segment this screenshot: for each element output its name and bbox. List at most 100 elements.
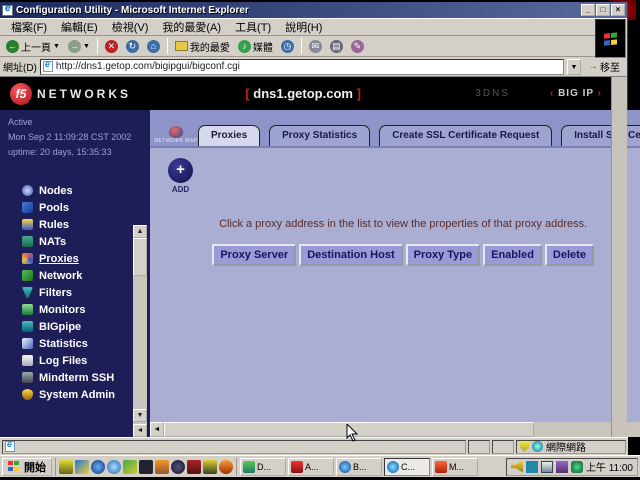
clock[interactable]: 上午 11:00 (586, 459, 633, 474)
windows-flag-icon (8, 461, 21, 472)
sidebar-scrollbar[interactable]: ▲ ▼ ◄ (133, 225, 147, 437)
scroll-up-icon[interactable]: ▲ (133, 225, 147, 238)
mail-button[interactable]: ✉ (306, 39, 325, 54)
ie-throbber-logo (595, 19, 626, 58)
task-button-3[interactable]: B... (336, 458, 382, 476)
quick-launch-icon[interactable] (203, 460, 217, 474)
task-button-4[interactable]: C... (384, 458, 430, 476)
add-icon[interactable]: + (168, 158, 193, 183)
edit-button[interactable]: ✎ (348, 39, 367, 54)
tab-install-ssl-certificate[interactable]: Install SSL Certifi (561, 125, 640, 146)
menu-help[interactable]: 說明(H) (278, 18, 329, 36)
refresh-button[interactable]: ↻ (123, 39, 142, 54)
quick-launch-icon[interactable] (107, 460, 121, 474)
task-button-1[interactable]: D... (240, 458, 286, 476)
task-button-2[interactable]: A... (288, 458, 334, 476)
home-button[interactable]: ⌂ (144, 39, 163, 54)
menu-favorites[interactable]: 我的最愛(A) (155, 18, 228, 36)
volume-icon[interactable] (511, 461, 523, 473)
sidebar-item-mindterm-ssh[interactable]: Mindterm SSH (0, 369, 150, 386)
stop-button[interactable]: ✕ (102, 39, 121, 54)
link-3dns[interactable]: 3DNS (475, 88, 510, 99)
tab-proxies[interactable]: Proxies (198, 125, 260, 146)
sidebar-item-proxies[interactable]: Proxies (0, 250, 150, 267)
scroll-left-icon[interactable]: ◄ (150, 422, 164, 437)
sidebar-item-system-admin[interactable]: System Admin (0, 386, 150, 403)
sidebar-item-rules[interactable]: Rules (0, 216, 150, 233)
tray-app-icon[interactable] (556, 461, 568, 473)
history-icon: ◷ (281, 40, 294, 53)
go-button[interactable]: →移至 (584, 59, 624, 74)
sidebar-item-monitors[interactable]: Monitors (0, 301, 150, 318)
maximize-button[interactable]: □ (596, 4, 610, 16)
quick-launch-icon[interactable] (91, 460, 105, 474)
sidebar-item-nats[interactable]: NATs (0, 233, 150, 250)
column-header-destination-host[interactable]: Destination Host (299, 244, 402, 266)
network-map-button[interactable]: NETWORK MAP (154, 126, 198, 144)
column-header-proxy-server[interactable]: Proxy Server (212, 244, 296, 266)
tab-create-ssl-certificate-request[interactable]: Create SSL Certificate Request (379, 125, 552, 146)
start-button[interactable]: 開始 (2, 458, 52, 476)
tray-app-icon[interactable] (526, 461, 538, 473)
column-header-enabled[interactable]: Enabled (483, 244, 542, 266)
menu-view[interactable]: 檢視(V) (105, 18, 156, 36)
window-right-gutter (611, 77, 627, 437)
address-input[interactable] (56, 61, 561, 72)
status-text: Active (8, 115, 150, 130)
minimize-button[interactable]: _ (581, 4, 595, 16)
media-button[interactable]: ♪媒體 (235, 38, 276, 55)
sidebar-item-statistics[interactable]: Statistics (0, 335, 150, 352)
sidebar-item-filters[interactable]: Filters (0, 284, 150, 301)
quick-launch-icon[interactable] (155, 460, 169, 474)
address-dropdown-icon[interactable]: ▼ (567, 59, 581, 75)
quick-launch-icon[interactable] (171, 460, 185, 474)
quick-launch-icon[interactable] (187, 460, 201, 474)
app-icon (435, 461, 447, 473)
forward-dropdown-icon[interactable]: ▼ (83, 43, 90, 50)
address-bar: 網址(D) ▼ →移至 (0, 57, 627, 77)
close-button[interactable]: × (611, 4, 625, 16)
tab-proxy-statistics[interactable]: Proxy Statistics (269, 125, 370, 146)
column-header-proxy-type[interactable]: Proxy Type (406, 244, 481, 266)
proxies-icon (22, 253, 33, 264)
scrollbar-thumb[interactable] (133, 238, 147, 276)
task-button-5[interactable]: M... (432, 458, 478, 476)
sidebar-item-nodes[interactable]: Nodes (0, 182, 150, 199)
address-input-box[interactable] (40, 59, 564, 75)
display-icon[interactable] (541, 461, 553, 473)
quick-launch-icon[interactable] (219, 460, 233, 474)
sidebar-item-network[interactable]: Network (0, 267, 150, 284)
menu-tools[interactable]: 工具(T) (228, 18, 278, 36)
quick-launch-icon[interactable] (75, 460, 89, 474)
back-dropdown-icon[interactable]: ▼ (53, 43, 60, 50)
column-header-delete[interactable]: Delete (545, 244, 594, 266)
menu-edit[interactable]: 編輯(E) (54, 18, 105, 36)
menu-file[interactable]: 檔案(F) (4, 18, 54, 36)
sidebar-item-bigpipe[interactable]: BIGpipe (0, 318, 150, 335)
security-shield-icon (520, 441, 529, 452)
quick-launch-icon[interactable] (123, 460, 137, 474)
scroll-down-icon[interactable]: ▼ (133, 409, 147, 422)
toolbar-divider (97, 38, 98, 54)
link-bigip[interactable]: ‹ BIG IP › (550, 88, 602, 99)
forward-icon: → (68, 40, 81, 53)
sidebar-item-pools[interactable]: Pools (0, 199, 150, 216)
history-button[interactable]: ◷ (278, 39, 297, 54)
print-button[interactable]: ▤ (327, 39, 346, 54)
quick-launch-icon[interactable] (59, 460, 73, 474)
bigpipe-icon (22, 321, 33, 332)
add-proxy-button[interactable]: + ADD (168, 158, 193, 194)
favorites-button[interactable]: 我的最愛 (172, 38, 233, 55)
status-pane (492, 440, 514, 454)
network-icon (22, 270, 33, 281)
quick-launch-icon[interactable] (139, 460, 153, 474)
status-message-pane (2, 440, 466, 454)
tray-app-icon[interactable] (571, 461, 583, 473)
sidebar-item-log-files[interactable]: Log Files (0, 352, 150, 369)
zone-label: 網際網路 (546, 439, 586, 454)
back-button[interactable]: ←上一頁▼ (3, 38, 63, 55)
content-horizontal-scrollbar[interactable]: ◄ ► (150, 422, 640, 437)
title-bar[interactable]: Configuration Utility - Microsoft Intern… (0, 2, 627, 18)
forward-button[interactable]: →▼ (65, 39, 93, 54)
stop-icon: ✕ (105, 40, 118, 53)
